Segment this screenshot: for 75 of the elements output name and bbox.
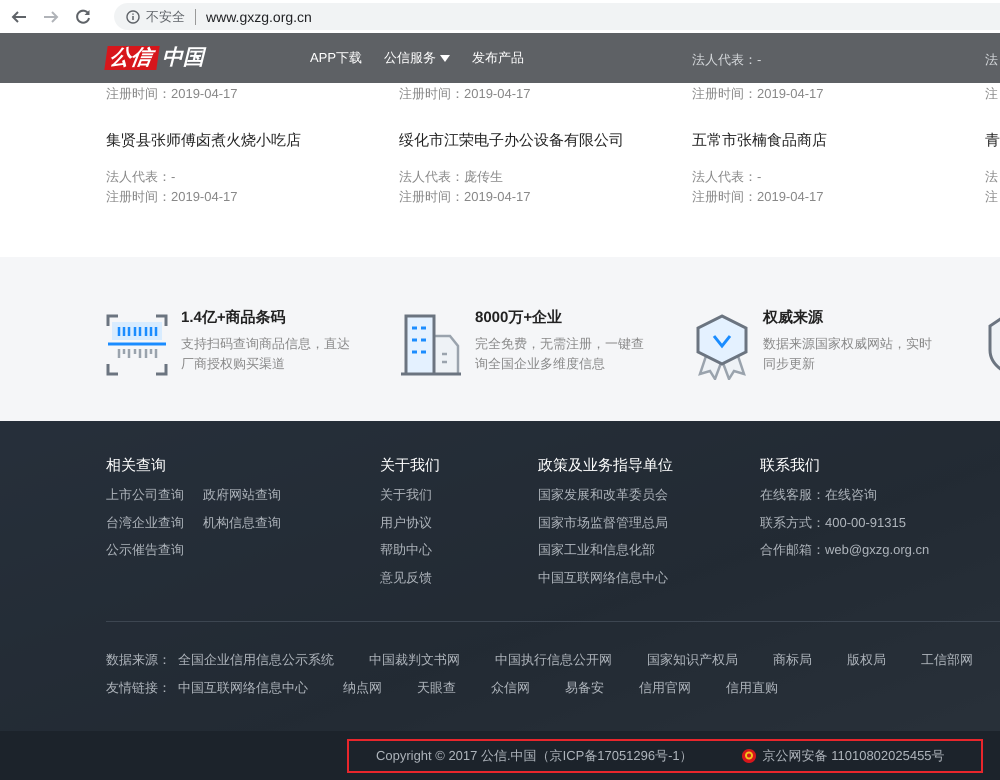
legal-representative: 法人代表：庞传生: [399, 168, 504, 186]
footer-link[interactable]: 中国裁判文书网: [369, 651, 460, 669]
legal-representative: 法人代表：-: [692, 168, 762, 186]
nav-link[interactable]: 发布产品: [472, 49, 524, 67]
footer-link[interactable]: 纳点网: [343, 679, 382, 697]
footer-link[interactable]: 关于我们: [380, 486, 432, 514]
footer-link[interactable]: 众信网: [491, 679, 530, 697]
legal-representative: 法人代表：-: [106, 168, 176, 186]
footer-link[interactable]: 工信部网: [921, 651, 973, 669]
registration-date: 注册时间：2019-04-17: [692, 85, 824, 103]
company-name[interactable]: 青: [985, 130, 1000, 152]
address-bar[interactable]: 不安全 www.gxzg.org.cn: [114, 3, 1000, 30]
reload-icon[interactable]: [74, 8, 92, 26]
feature-description: 支持扫码查询商品信息，直达厂商授权购买渠道: [181, 335, 351, 373]
footer-link[interactable]: 天眼查: [417, 679, 456, 697]
footer-heading: 联系我们: [760, 457, 821, 475]
registration-date: 注: [985, 85, 999, 103]
company-name[interactable]: 五常市张楠食品商店: [692, 130, 985, 152]
footer-link[interactable]: 中国执行信息公开网: [495, 651, 612, 669]
registration-date: 注册时间：2019-04-17: [106, 85, 238, 103]
footer-link[interactable]: 国家工业和信息化部: [538, 541, 655, 568]
feature-description: 完全免费，无需注册，一键查询全国企业多维度信息: [475, 335, 645, 373]
registration-date: 注: [985, 188, 999, 206]
registration-date: 注册时间：2019-04-17: [106, 188, 238, 206]
legal-representative: 法: [985, 168, 999, 186]
footer-link[interactable]: 用户协议: [380, 514, 432, 541]
footer-link[interactable]: 在线客服：在线咨询: [760, 486, 877, 514]
footer-link[interactable]: 合作邮箱：web@gxzg.org.cn: [760, 541, 930, 568]
legal-representative: 法: [985, 51, 999, 69]
footer-heading: 关于我们: [380, 457, 441, 475]
site-logo[interactable]: 公信 中国: [106, 46, 310, 70]
footer-link[interactable]: 国家市场监督管理总局: [538, 514, 668, 541]
police-emblem-icon: [740, 748, 757, 764]
footer-link[interactable]: 国家知识产权局: [647, 651, 738, 669]
footer-link[interactable]: 机构信息查询: [203, 514, 281, 541]
info-icon[interactable]: [126, 10, 140, 24]
company-name[interactable]: 集贤县张师傅卤煮火烧小吃店: [106, 130, 399, 152]
feature-title: 权威来源: [763, 308, 824, 328]
footer-link[interactable]: 联系方式：400-00-91315: [760, 514, 906, 541]
feature-title: 1.4亿+商品条码: [181, 308, 287, 328]
building-icon: [400, 314, 462, 376]
footer-heading: 政策及业务指导单位: [538, 457, 674, 475]
feature-title: 8000万+企业: [475, 308, 564, 328]
legal-representative: 法人代表：-: [692, 51, 762, 69]
footer-link[interactable]: 版权局: [847, 651, 886, 669]
footer-link[interactable]: 信用官网: [639, 679, 691, 697]
footer-link[interactable]: 国家发展和改革委员会: [538, 486, 668, 514]
police-record-text[interactable]: 京公网安备 11010802025455号: [762, 746, 945, 764]
company-name[interactable]: 绥化市江荣电子办公设备有限公司: [399, 130, 692, 152]
footer-heading: 相关查询: [106, 457, 167, 475]
badge-icon: [694, 314, 750, 380]
footer-link[interactable]: 帮助中心: [380, 541, 432, 568]
registration-date: 注册时间：2019-04-17: [692, 188, 824, 206]
security-label: 不安全: [146, 8, 185, 26]
footer-link[interactable]: 台湾企业查询: [106, 514, 184, 541]
footer-link[interactable]: 上市公司查询: [106, 486, 184, 514]
url-text: www.gxzg.org.cn: [206, 8, 312, 24]
nav-link[interactable]: APP下载: [310, 49, 362, 67]
footer-link[interactable]: 信用直购: [726, 679, 778, 697]
barcode-icon: [106, 314, 168, 376]
footer-link[interactable]: 易备安: [565, 679, 604, 697]
copyright-text: Copyright © 2017 公信.中国（京ICP备17051296号-1）: [376, 746, 693, 764]
footer-link[interactable]: 全国企业信用信息公示系统: [178, 651, 334, 669]
nav-link[interactable]: 公信服务: [384, 49, 450, 67]
footer-link[interactable]: 中国互联网络信息中心: [178, 679, 308, 697]
registration-date: 注册时间：2019-04-17: [399, 188, 532, 206]
footer-link[interactable]: 商标局: [773, 651, 812, 669]
feature-description: 数据来源国家权威网站，实时同步更新: [763, 335, 933, 373]
footer-link[interactable]: 公示催告查询: [106, 541, 184, 568]
footer-link[interactable]: 意见反馈: [380, 568, 432, 596]
link-row-label: 数据来源：: [106, 651, 171, 669]
link-row-label: 友情链接：: [106, 679, 171, 697]
footer-link[interactable]: 政府网站查询: [203, 486, 281, 514]
footer-link[interactable]: 中国互联网络信息中心: [538, 568, 668, 596]
registration-date: 注册时间：2019-04-17: [399, 85, 532, 103]
